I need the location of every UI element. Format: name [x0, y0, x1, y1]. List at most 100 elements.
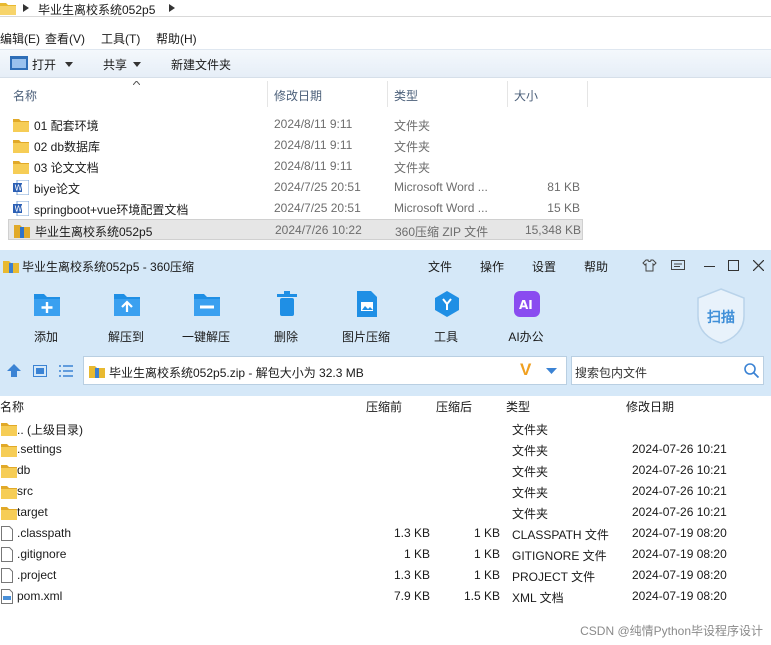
zip-column-date[interactable]: 修改日期 — [626, 398, 674, 415]
folder-icon — [0, 3, 16, 15]
archive-item-type: 文件夹 — [512, 507, 549, 521]
new-folder-button[interactable]: 新建文件夹 — [171, 56, 231, 73]
archive-row[interactable]: .classpath 1.3 KB 1 KB CLASSPATH 文件 2024-07-… — [0, 523, 771, 544]
file-date: 2024/7/25 20:51 — [274, 180, 361, 194]
tools-icon — [435, 291, 459, 317]
shirt-skin-icon[interactable] — [642, 259, 657, 272]
file-type: 文件夹 — [394, 119, 431, 133]
chevron-down-icon[interactable] — [546, 368, 557, 374]
folder-icon — [13, 159, 29, 174]
column-type[interactable]: 类型 — [394, 87, 418, 104]
file-row[interactable]: Wspringboot+vue环境配置文档 2024/7/25 20:51 Micr… — [8, 198, 583, 219]
minimize-icon[interactable] — [704, 266, 715, 268]
folder-icon — [13, 117, 29, 132]
file-name: 01 配套环境 — [34, 119, 99, 133]
archive-row[interactable]: pom.xml 7.9 KB 1.5 KB XML 文档 2024-07-19 08:2… — [0, 586, 771, 607]
file-date: 2024/8/11 9:11 — [274, 117, 353, 131]
path-field[interactable]: 毕业生离校系统052p5.zip - 解包大小为 32.3 MB V — [83, 356, 567, 385]
zip-toolbar: 添加 解压到 一键解压 删除 图片压缩 工具 AI AI办公 — [0, 286, 771, 346]
zip-column-header: 名称 压缩前 压缩后 类型 修改日期 — [0, 397, 771, 415]
zip-column-type[interactable]: 类型 — [506, 398, 530, 415]
zip-menu-operate[interactable]: 操作 — [480, 258, 504, 275]
archive-item-name: pom.xml — [17, 589, 63, 603]
maximize-icon[interactable] — [728, 260, 739, 271]
breadcrumb-folder[interactable]: 毕业生离校系统052p5 — [38, 1, 155, 18]
zip-menu-settings[interactable]: 设置 — [532, 258, 556, 275]
up-arrow-icon[interactable] — [7, 364, 21, 377]
file-size: 81 KB — [547, 180, 580, 194]
archive-row[interactable]: target 文件夹 2024-07-26 10:21 — [0, 502, 771, 523]
file-name: biye论文 — [34, 182, 81, 196]
zip-column-after[interactable]: 压缩后 — [436, 398, 472, 415]
column-date[interactable]: 修改日期 — [274, 87, 322, 104]
archive-row[interactable]: .settings 文件夹 2024-07-26 10:21 — [0, 439, 771, 460]
archive-search-field[interactable]: 搜索包内文件 — [571, 356, 764, 385]
menu-edit[interactable]: 编辑(E) — [0, 30, 40, 47]
archive-item-after: 1 KB — [473, 547, 500, 561]
menu-view[interactable]: 查看(V) — [45, 30, 85, 47]
file-name: 03 论文文档 — [34, 161, 99, 175]
file-row[interactable]: 03 论文文档 2024/8/11 9:11 文件夹 — [8, 156, 583, 177]
explorer-address-bar[interactable]: 毕业生离校系统052p5 — [0, 0, 771, 17]
message-icon[interactable] — [671, 260, 685, 272]
archive-item-before: 1.3 KB — [393, 568, 430, 582]
file-date: 2024/7/25 20:51 — [274, 201, 361, 215]
share-button[interactable]: 共享 — [103, 50, 145, 77]
column-size[interactable]: 大小 — [514, 87, 538, 104]
file-row[interactable]: 毕业生离校系统052p5 2024/7/26 10:22 360压缩 ZIP 文件 1… — [8, 219, 583, 240]
zip-menu-help[interactable]: 帮助 — [584, 258, 608, 275]
tool-label: 工具 — [433, 330, 458, 344]
archive-row[interactable]: src 文件夹 2024-07-26 10:21 — [0, 481, 771, 502]
chevron-right-icon — [169, 4, 175, 12]
close-icon[interactable] — [753, 260, 764, 271]
zip-column-before[interactable]: 压缩前 — [366, 398, 402, 415]
menu-help[interactable]: 帮助(H) — [156, 30, 197, 47]
svg-text:W: W — [15, 184, 23, 193]
path-text: 毕业生离校系统052p5.zip - 解包大小为 32.3 MB — [109, 366, 364, 380]
zip-window: 毕业生离校系统052p5 - 360压缩 文件 操作 设置 帮助 添加 解压到 一键… — [0, 250, 771, 396]
add-icon — [34, 294, 60, 316]
file-icon — [1, 547, 13, 565]
zip-title-bar: 毕业生离校系统052p5 - 360压缩 文件 操作 设置 帮助 — [0, 250, 771, 282]
archive-row[interactable]: .project 1.3 KB 1 KB PROJECT 文件 2024-07-19 0… — [0, 565, 771, 586]
word-doc-icon: W — [13, 179, 30, 196]
archive-row[interactable]: db 文件夹 2024-07-26 10:21 — [0, 460, 771, 481]
list-view-icon[interactable] — [59, 365, 73, 377]
search-placeholder: 搜索包内文件 — [575, 366, 648, 380]
explorer-toolbar: 打开 共享 新建文件夹 — [0, 49, 771, 78]
zip-column-name[interactable]: 名称 — [0, 398, 24, 415]
file-date: 2024/7/26 10:22 — [275, 223, 362, 237]
zip-icon — [14, 223, 30, 238]
svg-text:AI: AI — [519, 298, 533, 312]
thumbnail-view-icon[interactable] — [33, 365, 47, 377]
column-name[interactable]: 名称 — [13, 87, 37, 104]
archive-row[interactable]: .gitignore 1 KB 1 KB GITIGNORE 文件 2024-07-19… — [0, 544, 771, 565]
file-row[interactable]: Wbiye论文 2024/7/25 20:51 Microsoft Word ...… — [8, 177, 583, 198]
archive-item-date: 2024-07-26 10:21 — [632, 505, 727, 519]
folder-icon — [1, 484, 17, 502]
menu-tools[interactable]: 工具(T) — [101, 30, 140, 47]
archive-item-after: 1 KB — [473, 568, 500, 582]
archive-item-date: 2024-07-26 10:21 — [632, 484, 727, 498]
scan-button[interactable]: 扫描 — [696, 288, 746, 344]
archive-item-date: 2024-07-19 08:20 — [632, 547, 727, 561]
archive-row[interactable]: .. (上级目录) 文件夹 — [0, 418, 771, 439]
archive-item-type: PROJECT 文件 — [512, 570, 596, 584]
file-row[interactable]: 02 db数据库 2024/8/11 9:11 文件夹 — [8, 135, 583, 156]
dropdown-arrow-icon — [65, 62, 73, 67]
archive-item-type: GITIGNORE 文件 — [512, 549, 607, 563]
chevron-right-icon — [23, 4, 29, 12]
zip-path-bar: 毕业生离校系统052p5.zip - 解包大小为 32.3 MB V 搜索包内文… — [0, 356, 771, 388]
image-compress-icon — [357, 291, 377, 317]
file-icon — [1, 568, 13, 586]
open-button[interactable]: 打开 — [10, 50, 76, 77]
folder-icon — [1, 442, 17, 460]
zip-menu-file[interactable]: 文件 — [428, 258, 452, 275]
file-type: Microsoft Word ... — [394, 201, 488, 215]
archive-item-name: .gitignore — [17, 547, 67, 561]
search-icon[interactable] — [744, 363, 759, 378]
file-name: 毕业生离校系统052p5 — [35, 225, 153, 239]
file-row[interactable]: 01 配套环境 2024/8/11 9:11 文件夹 — [8, 114, 583, 135]
archive-item-type: 文件夹 — [512, 465, 549, 479]
v-logo-icon: V — [520, 360, 532, 379]
